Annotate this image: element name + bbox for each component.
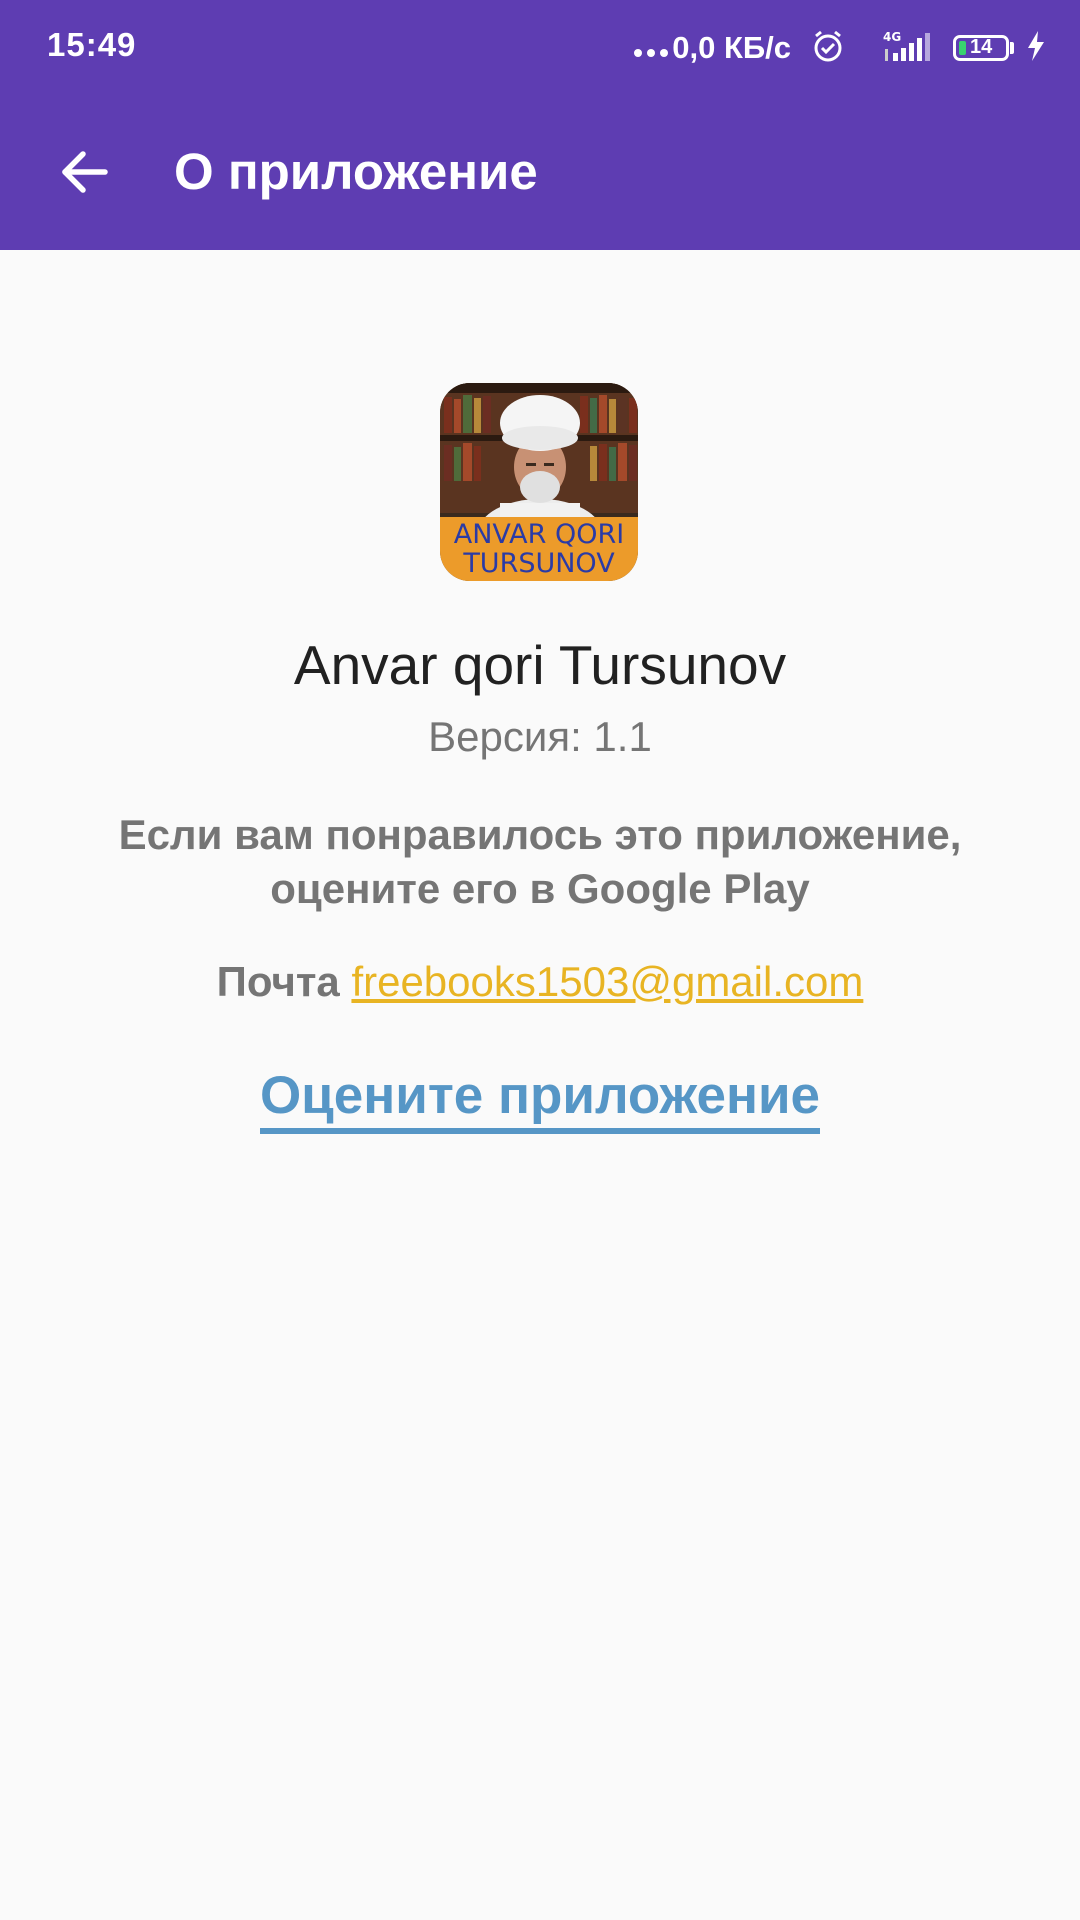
- battery-icon: 14: [953, 35, 1009, 61]
- page-title: О приложение: [174, 143, 538, 200]
- status-time: 15:49: [47, 26, 137, 63]
- rate-link-container: Оцените приложение: [0, 1066, 1080, 1134]
- dots-icon: [634, 49, 669, 57]
- alarm-icon: [811, 29, 845, 68]
- arrow-left-icon: [62, 151, 108, 193]
- charging-icon: [1026, 30, 1046, 66]
- mail-label: Почта: [216, 958, 340, 1005]
- rate-prompt: Если вам понравилось это приложение, оце…: [118, 811, 962, 912]
- rate-app-link[interactable]: Оцените приложение: [259, 1066, 821, 1134]
- version-label: Версия: 1.1: [428, 713, 652, 760]
- app-bar: 15:49 0,0 КБ/с 4G 14 О приложение: [0, 0, 1080, 250]
- app-icon-label-line2: TURSUNOV: [462, 548, 615, 579]
- app-icon: ANVAR QORI TURSUNOV: [440, 383, 638, 581]
- signal-icon: 4G: [881, 29, 937, 68]
- svg-text:4G: 4G: [883, 30, 901, 44]
- app-name: Anvar qori Tursunov: [293, 634, 787, 696]
- status-bar: 15:49 0,0 КБ/с 4G 14: [0, 0, 1080, 98]
- mail-line: Почта freebooks1503@gmail.com: [0, 958, 1080, 1006]
- battery-level: 14: [970, 36, 993, 58]
- back-button[interactable]: [40, 134, 130, 210]
- toolbar: О приложение: [0, 98, 1080, 250]
- net-speed: 0,0 КБ/с: [672, 30, 791, 65]
- status-right: 0,0 КБ/с 4G 14: [634, 24, 1046, 72]
- app-icon-label-line1: ANVAR QORI: [454, 519, 624, 550]
- battery-tip: [1010, 42, 1014, 54]
- mail-link[interactable]: freebooks1503@gmail.com: [351, 958, 863, 1005]
